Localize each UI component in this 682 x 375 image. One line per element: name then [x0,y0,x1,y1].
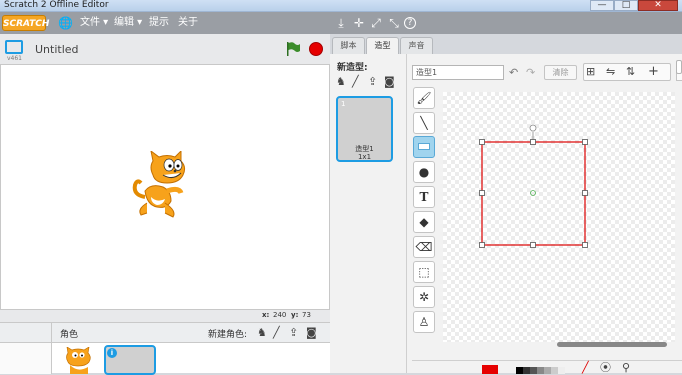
redo-icon[interactable]: ↷ [526,66,535,80]
tab-costumes[interactable]: 造型 [366,37,399,55]
new-costume-label: 新造型: [337,63,368,73]
shrink-tool-icon[interactable]: ⤡ [387,16,401,30]
title-bar: Scratch 2 Offline Editor — □ ✕ [0,0,682,12]
flip-horizontal-icon[interactable]: ⇋ [606,65,615,79]
camera-icon[interactable]: ◙ [384,75,395,89]
stage-header: v461 Untitled [0,34,330,64]
paint-editor: ↶ ↷ 清除 ⊞ ⇋ ⇅ + 🖌 ╲ ● T ◆ ⌫ ⬚ ✲ ♙ [407,54,682,374]
horizontal-scrollbar[interactable] [557,342,667,347]
grow-tool-icon[interactable]: ⤢ [369,16,383,30]
menu-file[interactable]: 文件 ▾ [80,16,108,30]
x-label: x: [262,311,270,319]
maximize-button[interactable]: □ [614,0,638,11]
sprite-info-icon[interactable]: i [107,348,117,358]
costume-index: 1 [341,100,346,108]
stage-canvas[interactable] [0,64,330,310]
sprite-pane-header: 角色 新建角色: ♞ ╱ ⇪ ◙ [0,322,330,343]
undo-icon[interactable]: ↶ [509,66,518,80]
ellipse-tool[interactable]: ● [413,161,435,183]
select-tool[interactable]: ⬚ [413,261,435,283]
costume-size: 1x1 [357,153,372,161]
choose-costume-library-icon[interactable]: ♞ [336,75,346,89]
eraser-tool[interactable]: ⌫ [413,236,435,258]
globe-icon[interactable]: 🌐 [58,16,73,30]
costume-item[interactable]: 1 造型1 1x1 [336,96,393,162]
clear-button[interactable]: 清除 [544,65,577,80]
fill-tool[interactable]: ◆ [413,211,435,233]
green-flag-icon[interactable] [285,41,301,57]
costume-name-input[interactable] [412,65,504,80]
sprites-label: 角色 [60,330,79,340]
rectangle-tool[interactable] [413,136,435,158]
x-value: 240 [273,311,287,319]
cat-sprite[interactable] [131,151,191,223]
tab-sounds[interactable]: 声音 [400,37,433,54]
line-tool[interactable]: ╲ [413,112,435,134]
duplicate-tool[interactable]: ✲ [413,286,435,308]
mouse-coordinates: x: 240 y: 73 [0,310,330,322]
upload-sprite-icon[interactable]: ⇪ [289,326,298,340]
project-title[interactable]: Untitled [35,43,79,56]
presentation-mode-icon[interactable] [5,40,23,54]
new-sprite-label: 新建角色: [208,330,248,340]
brush-tool[interactable]: 🖌 [413,87,435,109]
paint-new-costume-icon[interactable]: ╱ [352,75,359,89]
set-costume-center-icon[interactable]: + [648,65,659,79]
color-bar: ╱ ⦿ ⚲ [412,360,682,374]
stamp-tool[interactable]: ♙ [413,311,435,333]
y-value: 73 [302,311,311,319]
delete-tool-icon[interactable]: ✛ [352,16,366,30]
flip-vertical-icon[interactable]: ⇅ [626,65,635,79]
stage-thumb-header [0,323,52,343]
upload-costume-icon[interactable]: ⇪ [368,75,377,89]
zoom-in-icon[interactable] [676,60,682,74]
selection-box[interactable] [443,92,675,342]
paint-new-sprite-icon[interactable]: ╱ [273,326,280,340]
menu-about[interactable]: 关于 [178,16,198,30]
window-title: Scratch 2 Offline Editor [4,0,109,10]
y-label: y: [291,311,299,319]
stage-thumbnail[interactable] [0,343,52,374]
close-button[interactable]: ✕ [638,0,678,11]
sprite-list: i [0,342,330,375]
minimize-button[interactable]: — [590,0,614,11]
duplicate-tool-icon[interactable]: ⤓ [334,16,348,30]
tab-scripts[interactable]: 脚本 [332,37,365,54]
version-label: v461 [7,55,23,62]
menu-bar: SCRATCH 🌐 文件 ▾ 编辑 ▾ 提示 关于 ⤓ ✛ ⤢ ⤡ ? [0,12,682,34]
stop-icon[interactable] [309,42,323,56]
transform-toolbar: ⊞ ⇋ ⇅ + [583,63,671,81]
costumes-pane: 新造型: ♞ ╱ ⇪ ◙ 1 造型1 1x1 [330,54,407,373]
camera-icon[interactable]: ◙ [306,326,317,340]
sprite-thumb-selected[interactable]: i [104,345,156,375]
choose-sprite-library-icon[interactable]: ♞ [257,326,267,340]
menu-tips[interactable]: 提示 [149,16,169,30]
text-tool[interactable]: T [413,186,435,208]
scratch-logo[interactable]: SCRATCH [2,15,49,31]
sprite-thumb-cat[interactable] [62,347,94,374]
menu-edit[interactable]: 编辑 ▾ [114,16,142,30]
paint-canvas[interactable] [443,92,675,347]
crop-icon[interactable]: ⊞ [586,65,595,79]
help-icon[interactable]: ? [404,17,416,29]
tab-bar: 脚本 造型 声音 [330,34,682,55]
